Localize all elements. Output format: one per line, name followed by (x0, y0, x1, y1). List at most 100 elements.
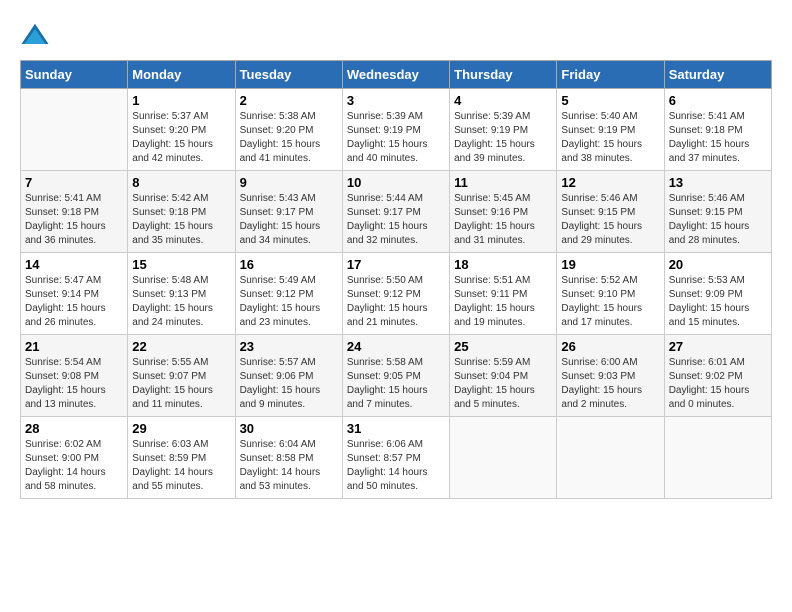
day-number: 3 (347, 93, 445, 108)
calendar-table: SundayMondayTuesdayWednesdayThursdayFrid… (20, 60, 772, 499)
day-number: 2 (240, 93, 338, 108)
day-info: Sunrise: 5:52 AMSunset: 9:10 PMDaylight:… (561, 274, 659, 330)
calendar-cell: 3 Sunrise: 5:39 AMSunset: 9:19 PMDaylight… (342, 89, 449, 171)
day-info: Sunrise: 5:38 AMSunset: 9:20 PMDaylight:… (240, 110, 338, 166)
day-number: 31 (347, 421, 445, 436)
day-number: 5 (561, 93, 659, 108)
calendar-cell: 8Sunrise: 5:42 AMSunset: 9:18 PMDaylight… (128, 171, 235, 253)
day-number: 15 (132, 257, 230, 272)
day-info: Sunrise: 5:51 AMSunset: 9:11 PMDaylight:… (454, 274, 552, 330)
calendar-cell: 4 Sunrise: 5:39 AMSunset: 9:19 PMDaylight… (450, 89, 557, 171)
day-number: 26 (561, 339, 659, 354)
logo-icon (20, 20, 50, 50)
day-number: 10 (347, 175, 445, 190)
calendar-cell: 21 Sunrise: 5:54 AMSunset: 9:08 PMDayligh… (21, 335, 128, 417)
day-info: Sunrise: 5:43 AMSunset: 9:17 PMDaylight:… (240, 192, 338, 248)
day-info: Sunrise: 5:50 AMSunset: 9:12 PMDaylight:… (347, 274, 445, 330)
calendar-cell (664, 417, 771, 499)
calendar-cell: 11 Sunrise: 5:45 AMSunset: 9:16 PMDayligh… (450, 171, 557, 253)
calendar-cell (450, 417, 557, 499)
calendar-cell: 7 Sunrise: 5:41 AMSunset: 9:18 PMDaylight… (21, 171, 128, 253)
calendar-header-friday: Friday (557, 61, 664, 89)
day-number: 14 (25, 257, 123, 272)
calendar-week-3: 14 Sunrise: 5:47 AMSunset: 9:14 PMDayligh… (21, 253, 772, 335)
day-number: 22 (132, 339, 230, 354)
day-info: Sunrise: 5:57 AMSunset: 9:06 PMDaylight:… (240, 356, 338, 412)
day-number: 6 (669, 93, 767, 108)
day-number: 4 (454, 93, 552, 108)
day-info: Sunrise: 5:42 AMSunset: 9:18 PMDaylight:… (132, 192, 230, 248)
calendar-week-4: 21 Sunrise: 5:54 AMSunset: 9:08 PMDayligh… (21, 335, 772, 417)
day-info: Sunrise: 5:37 AMSunset: 9:20 PMDaylight:… (132, 110, 230, 166)
day-number: 13 (669, 175, 767, 190)
calendar-cell: 15 Sunrise: 5:48 AMSunset: 9:13 PMDayligh… (128, 253, 235, 335)
calendar-cell: 22 Sunrise: 5:55 AMSunset: 9:07 PMDayligh… (128, 335, 235, 417)
day-info: Sunrise: 5:44 AMSunset: 9:17 PMDaylight:… (347, 192, 445, 248)
calendar-cell: 18 Sunrise: 5:51 AMSunset: 9:11 PMDayligh… (450, 253, 557, 335)
calendar-header-tuesday: Tuesday (235, 61, 342, 89)
day-info: Sunrise: 6:06 AMSunset: 8:57 PMDaylight:… (347, 438, 445, 494)
calendar-cell: 27 Sunrise: 6:01 AMSunset: 9:02 PMDayligh… (664, 335, 771, 417)
calendar-cell: 17Sunrise: 5:50 AMSunset: 9:12 PMDayligh… (342, 253, 449, 335)
calendar-cell: 2 Sunrise: 5:38 AMSunset: 9:20 PMDaylight… (235, 89, 342, 171)
day-info: Sunrise: 5:41 AMSunset: 9:18 PMDaylight:… (669, 110, 767, 166)
calendar-cell: 31 Sunrise: 6:06 AMSunset: 8:57 PMDayligh… (342, 417, 449, 499)
calendar-week-2: 7 Sunrise: 5:41 AMSunset: 9:18 PMDaylight… (21, 171, 772, 253)
day-info: Sunrise: 5:48 AMSunset: 9:13 PMDaylight:… (132, 274, 230, 330)
calendar-cell: 26 Sunrise: 6:00 AMSunset: 9:03 PMDayligh… (557, 335, 664, 417)
calendar-cell: 16Sunrise: 5:49 AMSunset: 9:12 PMDayligh… (235, 253, 342, 335)
day-info: Sunrise: 5:46 AMSunset: 9:15 PMDaylight:… (561, 192, 659, 248)
day-info: Sunrise: 6:02 AMSunset: 9:00 PMDaylight:… (25, 438, 123, 494)
calendar-cell: 6 Sunrise: 5:41 AMSunset: 9:18 PMDaylight… (664, 89, 771, 171)
day-number: 28 (25, 421, 123, 436)
calendar-cell: 1Sunrise: 5:37 AMSunset: 9:20 PMDaylight… (128, 89, 235, 171)
calendar-cell: 29 Sunrise: 6:03 AMSunset: 8:59 PMDayligh… (128, 417, 235, 499)
calendar-cell: 25 Sunrise: 5:59 AMSunset: 9:04 PMDayligh… (450, 335, 557, 417)
day-info: Sunrise: 5:39 AMSunset: 9:19 PMDaylight:… (454, 110, 552, 166)
day-number: 9 (240, 175, 338, 190)
day-number: 18 (454, 257, 552, 272)
calendar-cell: 23 Sunrise: 5:57 AMSunset: 9:06 PMDayligh… (235, 335, 342, 417)
calendar-cell: 13 Sunrise: 5:46 AMSunset: 9:15 PMDayligh… (664, 171, 771, 253)
day-number: 19 (561, 257, 659, 272)
day-number: 11 (454, 175, 552, 190)
day-number: 25 (454, 339, 552, 354)
day-info: Sunrise: 5:41 AMSunset: 9:18 PMDaylight:… (25, 192, 123, 248)
day-number: 23 (240, 339, 338, 354)
calendar-week-5: 28 Sunrise: 6:02 AMSunset: 9:00 PMDayligh… (21, 417, 772, 499)
day-info: Sunrise: 5:46 AMSunset: 9:15 PMDaylight:… (669, 192, 767, 248)
calendar-cell: 10 Sunrise: 5:44 AMSunset: 9:17 PMDayligh… (342, 171, 449, 253)
day-info: Sunrise: 5:55 AMSunset: 9:07 PMDaylight:… (132, 356, 230, 412)
day-info: Sunrise: 5:53 AMSunset: 9:09 PMDaylight:… (669, 274, 767, 330)
day-info: Sunrise: 5:59 AMSunset: 9:04 PMDaylight:… (454, 356, 552, 412)
day-number: 12 (561, 175, 659, 190)
day-info: Sunrise: 6:03 AMSunset: 8:59 PMDaylight:… (132, 438, 230, 494)
calendar-header-monday: Monday (128, 61, 235, 89)
day-number: 29 (132, 421, 230, 436)
day-info: Sunrise: 5:39 AMSunset: 9:19 PMDaylight:… (347, 110, 445, 166)
header (20, 20, 772, 50)
calendar-cell (21, 89, 128, 171)
day-info: Sunrise: 5:47 AMSunset: 9:14 PMDaylight:… (25, 274, 123, 330)
calendar-cell: 14 Sunrise: 5:47 AMSunset: 9:14 PMDayligh… (21, 253, 128, 335)
calendar-week-1: 1Sunrise: 5:37 AMSunset: 9:20 PMDaylight… (21, 89, 772, 171)
day-number: 7 (25, 175, 123, 190)
calendar-header-sunday: Sunday (21, 61, 128, 89)
day-number: 24 (347, 339, 445, 354)
calendar-cell: 19 Sunrise: 5:52 AMSunset: 9:10 PMDayligh… (557, 253, 664, 335)
day-info: Sunrise: 6:00 AMSunset: 9:03 PMDaylight:… (561, 356, 659, 412)
day-number: 27 (669, 339, 767, 354)
calendar-cell: 20Sunrise: 5:53 AMSunset: 9:09 PMDayligh… (664, 253, 771, 335)
calendar-header-row: SundayMondayTuesdayWednesdayThursdayFrid… (21, 61, 772, 89)
calendar-cell (557, 417, 664, 499)
calendar-cell: 9 Sunrise: 5:43 AMSunset: 9:17 PMDaylight… (235, 171, 342, 253)
day-info: Sunrise: 6:01 AMSunset: 9:02 PMDaylight:… (669, 356, 767, 412)
day-info: Sunrise: 5:54 AMSunset: 9:08 PMDaylight:… (25, 356, 123, 412)
calendar-cell: 5Sunrise: 5:40 AMSunset: 9:19 PMDaylight… (557, 89, 664, 171)
day-number: 30 (240, 421, 338, 436)
day-info: Sunrise: 5:45 AMSunset: 9:16 PMDaylight:… (454, 192, 552, 248)
day-info: Sunrise: 6:04 AMSunset: 8:58 PMDaylight:… (240, 438, 338, 494)
day-number: 21 (25, 339, 123, 354)
calendar-header-thursday: Thursday (450, 61, 557, 89)
day-info: Sunrise: 5:58 AMSunset: 9:05 PMDaylight:… (347, 356, 445, 412)
